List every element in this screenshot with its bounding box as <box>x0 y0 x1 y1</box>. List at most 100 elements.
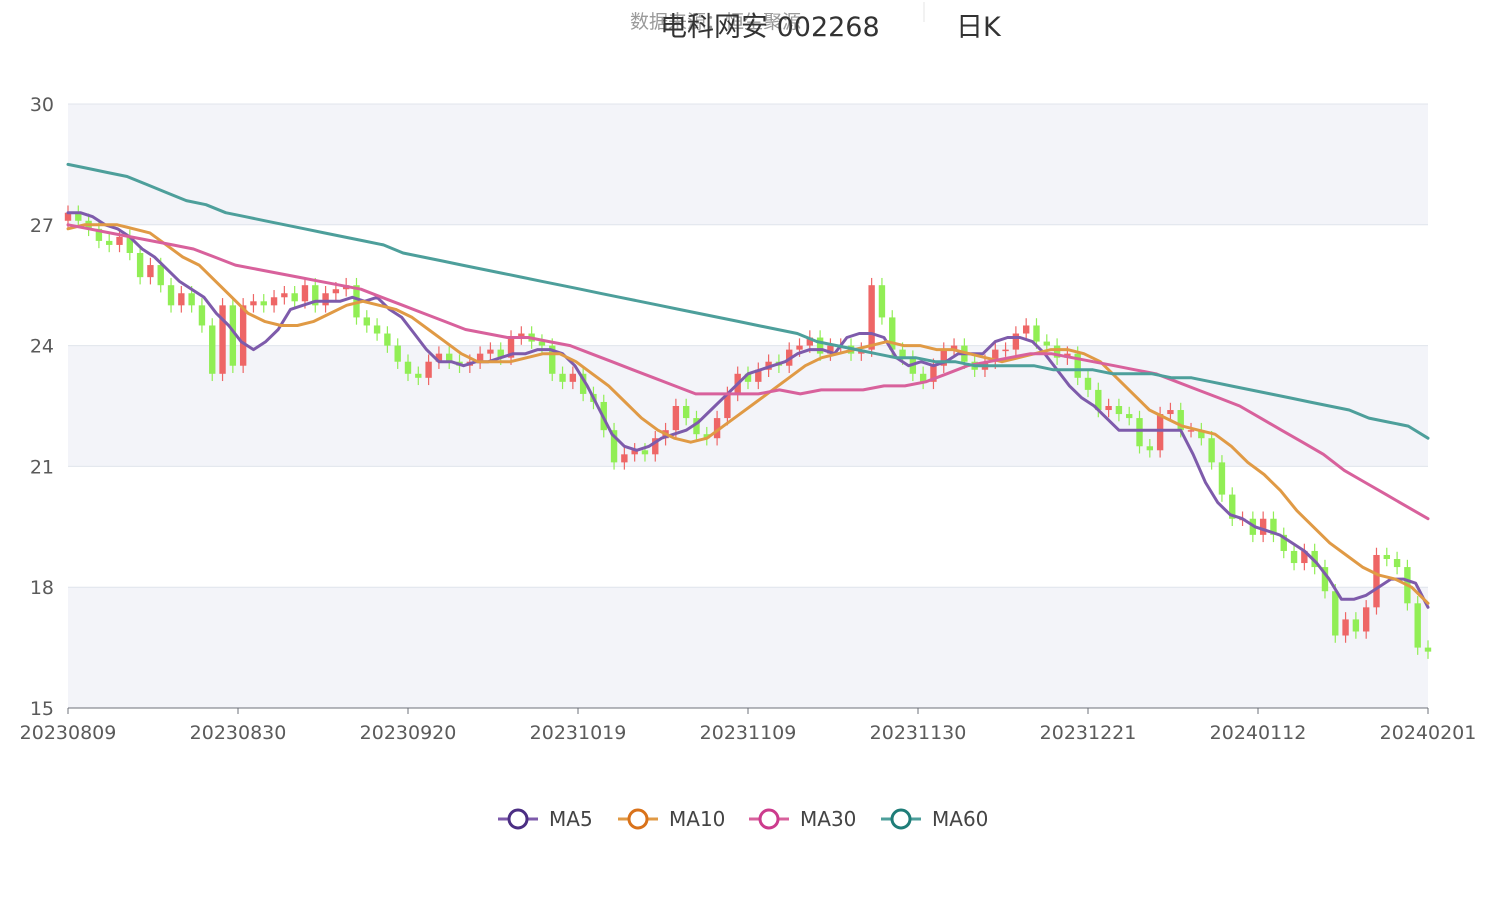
y-tick-label: 15 <box>30 698 54 720</box>
candle-body <box>1105 406 1112 411</box>
x-tick-label: 20231130 <box>870 722 967 744</box>
candle-body <box>621 454 628 463</box>
x-axis: 20230809 20230830 20230920 20231019 20231109… <box>20 707 1477 744</box>
candle-body <box>1002 349 1009 352</box>
plot-band <box>68 587 1428 708</box>
candle-body <box>796 345 803 350</box>
candle-body <box>1033 325 1040 342</box>
x-tick-label: 20230920 <box>360 722 457 744</box>
x-tick-label: 20231221 <box>1040 722 1137 744</box>
y-tick-label: 18 <box>30 577 54 599</box>
candle-body <box>682 406 690 419</box>
candle-body <box>1414 603 1421 648</box>
candle-body <box>1084 377 1092 390</box>
x-tick-label: 20240112 <box>1210 722 1307 744</box>
candle-body <box>1218 462 1226 495</box>
candle-body <box>147 265 154 278</box>
candle-body <box>641 450 649 455</box>
candle-body <box>363 317 370 326</box>
candle-body <box>1362 607 1370 632</box>
candle-body <box>136 252 144 278</box>
candle-body <box>209 325 216 374</box>
candle-body <box>538 341 546 346</box>
candle-body <box>1043 341 1050 346</box>
candle-body <box>415 373 422 378</box>
legend-swatch-marker <box>758 808 780 830</box>
legend-label: MA30 <box>800 807 856 831</box>
candle-body <box>1424 647 1432 652</box>
candle-body <box>1022 325 1030 334</box>
candlestick-chart: 数据来源：恒生聚源 电科网安 002268 日K 151821242730 20… <box>20 2 1477 831</box>
y-tick-label: 24 <box>30 336 54 358</box>
candle-body <box>270 297 278 306</box>
x-tick-label: 20240201 <box>1380 722 1477 744</box>
candle-body <box>250 301 257 306</box>
candle-body <box>1393 559 1401 568</box>
candle-body <box>816 337 824 354</box>
legend-label: MA10 <box>669 807 725 831</box>
chart-title: 电科网安 002268 <box>660 12 880 43</box>
legend-swatch-marker <box>890 808 912 830</box>
chart-title-suffix: 日K <box>956 12 1002 43</box>
candle-body <box>1146 446 1154 451</box>
plot-band <box>68 345 1428 467</box>
candle-body <box>384 333 391 346</box>
legend-item-ma30[interactable]: MA30 <box>749 807 856 831</box>
plot-band <box>68 104 1428 225</box>
x-tick-label: 20230809 <box>20 722 117 744</box>
x-tick-label: 20230830 <box>190 722 287 744</box>
legend-item-ma5[interactable]: MA5 <box>498 807 593 831</box>
candle-body <box>332 289 340 294</box>
candle-body <box>1290 550 1298 564</box>
candle-body <box>1352 619 1360 632</box>
legend: MA5 MA10 MA30 MA60 <box>498 807 988 831</box>
candle-body <box>178 293 185 306</box>
candle-body <box>1156 414 1164 451</box>
y-axis: 15 18 21 24 27 30 <box>30 94 54 720</box>
legend-label: MA60 <box>932 807 988 831</box>
candle-body <box>373 325 381 334</box>
y-tick-label: 21 <box>30 456 54 478</box>
candle-body <box>487 349 494 354</box>
candle-body <box>260 301 267 306</box>
legend-swatch-marker <box>507 808 529 830</box>
candle-body <box>198 305 206 326</box>
y-tick-label: 27 <box>30 215 54 237</box>
candle-body <box>1167 410 1174 415</box>
candle-body <box>1332 591 1339 636</box>
x-tick-label: 20231109 <box>700 722 797 744</box>
candle-body <box>281 293 288 298</box>
candle-body <box>1126 414 1133 419</box>
candle-body <box>106 240 113 245</box>
candle-body <box>1259 518 1267 535</box>
candle-body <box>1136 418 1143 447</box>
candle-body <box>1208 438 1215 463</box>
candle-body <box>1012 333 1020 350</box>
legend-swatch-marker <box>627 808 649 830</box>
candle-body <box>239 305 247 366</box>
candle-body <box>868 285 875 350</box>
candle-body <box>394 345 401 362</box>
legend-item-ma10[interactable]: MA10 <box>618 807 725 831</box>
x-tick-label: 20231019 <box>530 722 627 744</box>
candle-body <box>301 285 309 302</box>
candle-body <box>116 236 123 245</box>
candle-body <box>291 293 298 302</box>
candle-body <box>425 361 432 378</box>
candle-body <box>404 361 412 374</box>
candle-body <box>188 293 195 306</box>
candle-body <box>1373 554 1380 608</box>
legend-label: MA5 <box>549 807 593 831</box>
candle-body <box>569 373 577 382</box>
candle-body <box>1342 619 1349 636</box>
candle-body <box>167 285 175 306</box>
legend-item-ma60[interactable]: MA60 <box>881 807 988 831</box>
candle-body <box>878 285 886 318</box>
candle-body <box>157 265 164 286</box>
candle-body <box>559 373 566 382</box>
plot-bands <box>68 104 1428 708</box>
candle-body <box>1383 554 1390 560</box>
y-tick-label: 30 <box>30 94 54 116</box>
candle-body <box>1115 406 1123 415</box>
candle-body <box>322 293 329 306</box>
